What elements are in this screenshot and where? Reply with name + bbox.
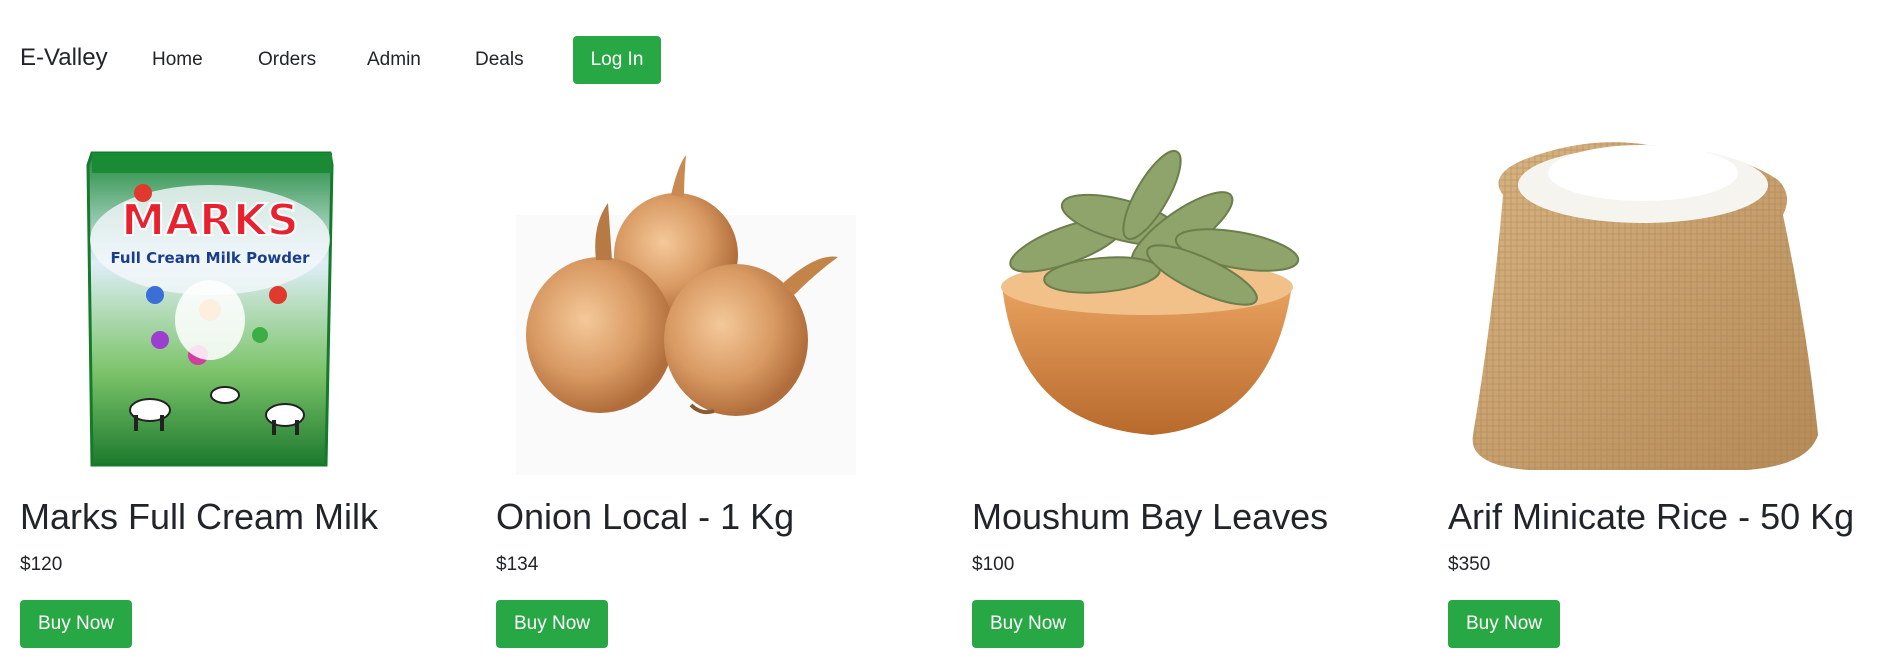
product-card: Arif Minicate Rice - 50 Kg $350 Buy Now [1448,135,1883,655]
product-price: $134 [496,554,539,575]
navbar: E-Valley Home Orders Admin Deals Log In [0,0,1883,120]
product-price: $350 [1448,554,1491,575]
product-title: Onion Local - 1 Kg [496,496,795,537]
product-price: $120 [20,554,63,575]
nav-link-admin[interactable]: Admin [367,48,421,72]
product-price: $100 [972,554,1015,575]
brand-logo[interactable]: E-Valley [20,43,108,73]
nav-link-home[interactable]: Home [152,48,203,72]
onions-image [496,135,956,480]
product-title: Arif Minicate Rice - 50 Kg [1448,496,1855,537]
nav-link-orders[interactable]: Orders [258,48,316,72]
package-brand-text: MARKS [121,195,299,246]
product-title: Moushum Bay Leaves [972,496,1329,537]
buy-now-button[interactable]: Buy Now [972,600,1084,648]
nav-link-deals[interactable]: Deals [475,48,524,72]
product-card: MARKS Full Cream Milk Powder Marks Full … [20,135,480,655]
product-title: Marks Full Cream Milk [20,496,379,537]
buy-now-button[interactable]: Buy Now [20,600,132,648]
bay-leaves-bowl-image [972,135,1432,480]
milk-powder-packet-image: MARKS Full Cream Milk Powder [20,135,480,480]
package-subtitle-text: Full Cream Milk Powder [110,249,310,267]
buy-now-button[interactable]: Buy Now [496,600,608,648]
buy-now-button[interactable]: Buy Now [1448,600,1560,648]
product-card: Moushum Bay Leaves $100 Buy Now [972,135,1432,655]
rice-sack-image [1448,135,1883,480]
login-button[interactable]: Log In [573,36,661,84]
product-card: Onion Local - 1 Kg $134 Buy Now [496,135,956,655]
